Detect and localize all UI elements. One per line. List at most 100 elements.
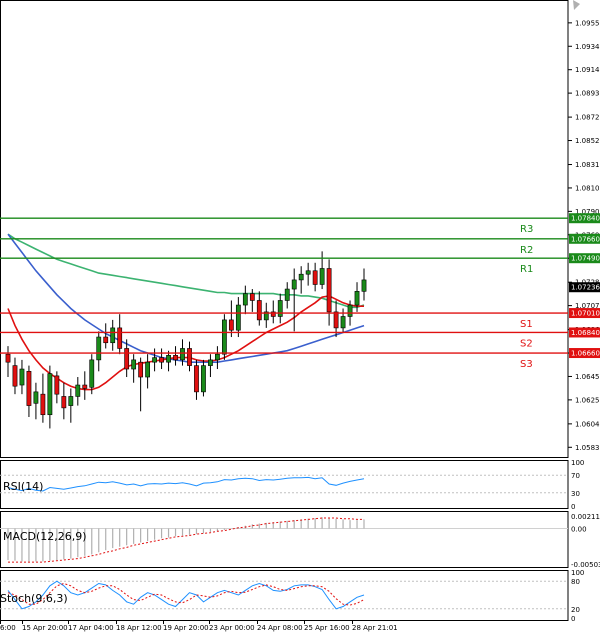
bull-candle bbox=[305, 270, 311, 275]
macd-tick-label: -0.005039 bbox=[571, 561, 600, 569]
x-tick-label: 18 Apr 12:00 bbox=[116, 624, 162, 632]
bull-candle bbox=[75, 384, 81, 397]
x-tick-label: 19 Apr 20:00 bbox=[163, 624, 209, 632]
bull-candle bbox=[361, 279, 367, 292]
bear-candle bbox=[124, 348, 130, 370]
x-tick-label: 15 Apr 20:00 bbox=[22, 624, 68, 632]
bull-candle bbox=[298, 273, 304, 281]
bull-candle bbox=[215, 353, 220, 361]
bull-candle bbox=[110, 327, 116, 344]
chart-svg: 1.09550 1.09345 1.09140 1.08935 1.08725 1.085… bbox=[0, 0, 600, 632]
bear-candle bbox=[82, 384, 88, 389]
bull-candle bbox=[96, 336, 102, 361]
bull-candle bbox=[354, 291, 360, 306]
price-tick-label: 1.09345 bbox=[575, 43, 600, 51]
bull-candle bbox=[131, 359, 137, 370]
rsi-tick-label: 100 bbox=[571, 459, 584, 467]
x-tick-label: 25 Apr 16:00 bbox=[304, 624, 350, 632]
bear-candle bbox=[249, 293, 255, 301]
bull-candle bbox=[277, 300, 283, 317]
chart-shift-marker bbox=[573, 0, 580, 10]
bear-candle bbox=[256, 300, 262, 321]
level-price-tag-text: 1.06840 bbox=[571, 329, 600, 337]
bull-candle bbox=[221, 319, 227, 355]
bear-candle bbox=[26, 371, 32, 406]
rsi-tick-label: 70 bbox=[571, 472, 580, 480]
level-label-s1: S1 bbox=[520, 319, 533, 330]
rsi-pane-frame bbox=[0, 460, 569, 509]
ma-mid-line bbox=[7, 233, 365, 364]
price-tick-label: 1.08520 bbox=[575, 137, 600, 145]
bull-candle bbox=[89, 359, 95, 388]
rsi-tick-label: 0 bbox=[571, 503, 575, 511]
stoch-label: Stoch(9,6,3) bbox=[0, 592, 68, 605]
bear-candle bbox=[326, 268, 332, 313]
bull-candle bbox=[152, 357, 157, 363]
x-tick-label: 17 Apr 04:00 bbox=[68, 624, 114, 632]
bull-candle bbox=[208, 359, 213, 366]
bull-candle bbox=[291, 279, 297, 290]
bear-candle bbox=[159, 357, 164, 363]
bear-candle bbox=[54, 375, 60, 395]
level-label-s3: S3 bbox=[520, 359, 533, 370]
bear-candle bbox=[173, 355, 178, 361]
bear-candle bbox=[40, 393, 46, 416]
price-tick-label: 1.06250 bbox=[575, 396, 600, 404]
stoch-tick-label: 80 bbox=[571, 578, 580, 586]
rsi-label: RSI(14) bbox=[3, 480, 43, 493]
price-tick-label: 1.08725 bbox=[575, 114, 600, 122]
level-price-tag-text: 1.07490 bbox=[571, 255, 600, 263]
price-tick-label: 1.05835 bbox=[575, 444, 600, 452]
bull-candle bbox=[145, 361, 151, 378]
bull-candle bbox=[47, 373, 53, 416]
ma-slow-line bbox=[7, 233, 365, 309]
bear-candle bbox=[12, 365, 18, 387]
bear-candle bbox=[61, 396, 67, 409]
bull-candle bbox=[319, 268, 325, 285]
macd-tick-label: 0.002111 bbox=[571, 513, 600, 521]
stoch-tick-label: 100 bbox=[571, 569, 584, 577]
rsi-tick-label: 30 bbox=[571, 490, 580, 498]
bear-candle bbox=[138, 361, 144, 378]
bear-candle bbox=[194, 365, 199, 393]
macd-label: MACD(12,26,9) bbox=[3, 530, 87, 543]
level-price-tag-text: 1.07660 bbox=[571, 235, 600, 243]
current-price-text: 1.07236 bbox=[571, 284, 600, 292]
bear-candle bbox=[187, 348, 192, 366]
bear-candle bbox=[312, 270, 318, 285]
bull-candle bbox=[33, 391, 39, 404]
x-tick-label: 28 Apr 21:01 bbox=[352, 624, 398, 632]
level-price-tag-text: 1.07010 bbox=[571, 310, 600, 318]
bull-candle bbox=[235, 304, 241, 331]
bear-candle bbox=[117, 327, 123, 349]
bull-candle bbox=[201, 365, 206, 393]
bull-candle bbox=[347, 304, 353, 317]
level-label-r1: R1 bbox=[520, 264, 533, 275]
price-tick-label: 1.08935 bbox=[575, 90, 600, 98]
level-label-r3: R3 bbox=[520, 224, 533, 235]
level-price-tag-text: 1.06660 bbox=[571, 350, 600, 358]
trading-chart: 1.09550 1.09345 1.09140 1.08935 1.08725 1.085… bbox=[0, 0, 600, 634]
bull-candle bbox=[284, 288, 290, 301]
price-tick-label: 1.06455 bbox=[575, 373, 600, 381]
price-tick-label: 1.08310 bbox=[575, 161, 600, 169]
bear-candle bbox=[103, 336, 109, 344]
stoch-tick-label: 20 bbox=[571, 606, 580, 614]
x-tick-label: 24 Apr 08:00 bbox=[257, 624, 303, 632]
bull-candle bbox=[340, 316, 346, 329]
bear-candle bbox=[5, 353, 11, 363]
price-tick-label: 1.09140 bbox=[575, 66, 600, 74]
bull-candle bbox=[242, 293, 248, 306]
macd-tick-label: 0.00 bbox=[571, 526, 587, 534]
price-tick-label: 1.09550 bbox=[575, 19, 600, 27]
price-tick-label: 1.06040 bbox=[575, 420, 600, 428]
bull-candle bbox=[166, 355, 171, 363]
stoch-tick-label: 0 bbox=[571, 615, 575, 623]
rsi-line bbox=[7, 476, 365, 492]
bear-candle bbox=[228, 319, 234, 331]
bear-candle bbox=[333, 311, 339, 329]
x-tick-label: 23 Apr 00:00 bbox=[209, 624, 255, 632]
level-price-tag-text: 1.07840 bbox=[571, 215, 600, 223]
level-label-s2: S2 bbox=[520, 338, 533, 349]
bull-candle bbox=[19, 368, 25, 386]
